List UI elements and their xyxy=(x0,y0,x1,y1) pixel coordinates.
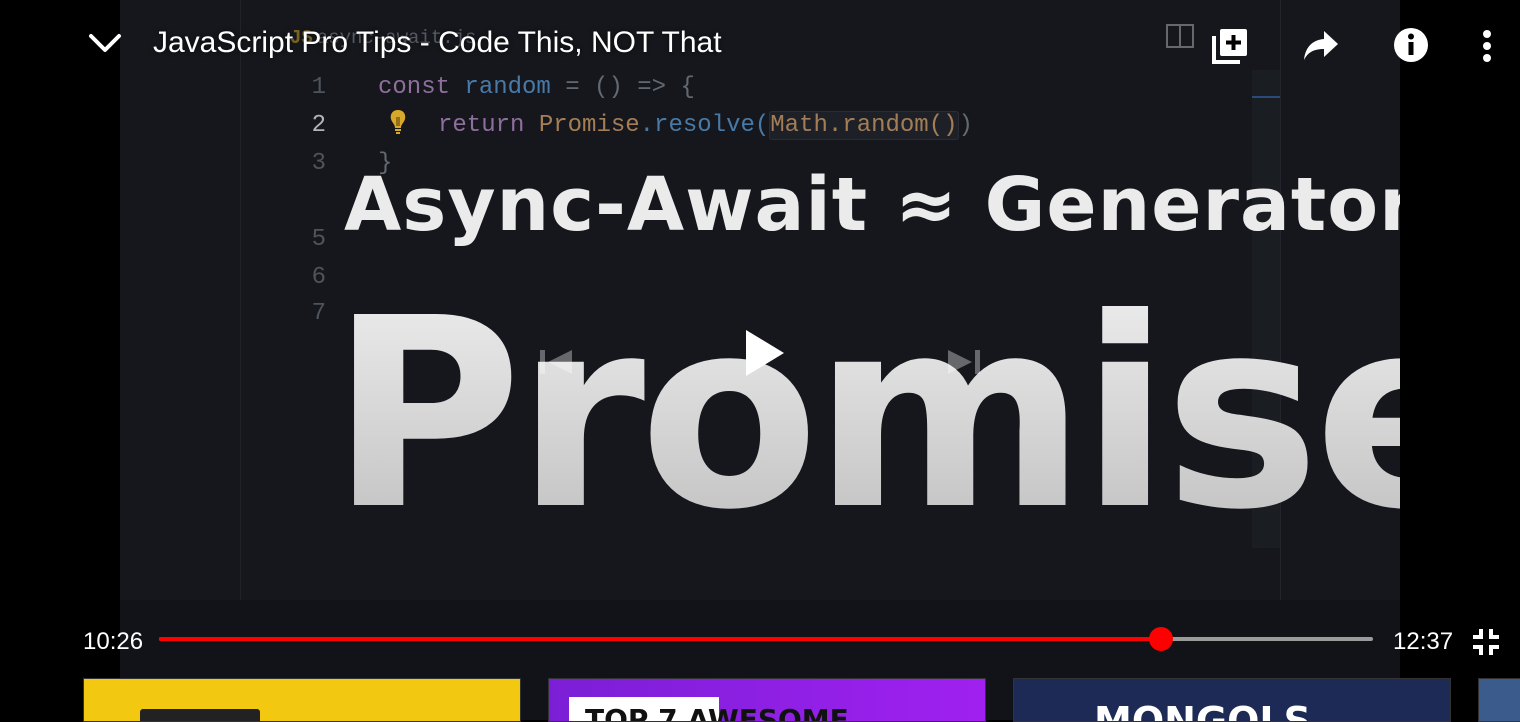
more-options-button[interactable] xyxy=(1472,24,1502,68)
previous-icon xyxy=(540,350,572,374)
collapse-button[interactable] xyxy=(84,22,126,64)
related-video-thumbnail[interactable] xyxy=(1478,678,1520,722)
exit-fullscreen-icon xyxy=(1473,629,1499,655)
minimap-marker xyxy=(1252,96,1280,98)
previous-button[interactable] xyxy=(534,344,578,380)
player-top-bar: JavaScript Pro Tips - Code This, NOT Tha… xyxy=(0,0,1520,90)
related-video-thumbnail[interactable]: TOP 7 AWESOME xyxy=(548,678,986,722)
split-view-button[interactable] xyxy=(1162,20,1198,52)
split-view-icon xyxy=(1166,24,1194,48)
related-video-label: MONGOLS xyxy=(1094,699,1311,722)
info-icon xyxy=(1394,28,1428,62)
line-number: 2 xyxy=(311,112,326,139)
thumbnail-graphic xyxy=(140,709,260,721)
play-icon xyxy=(746,330,784,376)
code-line-2: return Promise.resolve(Math.random()) xyxy=(438,111,973,140)
lightbulb-icon xyxy=(390,110,406,134)
seek-handle[interactable] xyxy=(1148,627,1173,651)
duration: 12:37 xyxy=(1393,628,1454,655)
next-icon xyxy=(948,350,980,374)
info-button[interactable] xyxy=(1390,24,1432,66)
related-video-label: TOP 7 AWESOME xyxy=(585,703,849,722)
related-video-thumbnail[interactable]: MONGOLS xyxy=(1013,678,1451,722)
line-number: 3 xyxy=(311,150,326,177)
add-to-playlist-icon xyxy=(1212,29,1247,64)
add-to-playlist-button[interactable] xyxy=(1208,24,1252,68)
chevron-down-icon xyxy=(89,34,121,52)
line-number: 5 xyxy=(311,226,326,253)
video-headline: Async-Await ≈ Generators + xyxy=(344,162,1400,248)
share-button[interactable] xyxy=(1300,26,1342,66)
related-video-thumbnail[interactable] xyxy=(83,678,521,722)
current-time: 10:26 xyxy=(83,628,144,655)
seek-bar-played xyxy=(159,637,1161,641)
line-number: 7 xyxy=(311,300,326,327)
gutter-divider xyxy=(240,0,241,600)
share-icon xyxy=(1304,31,1338,60)
exit-fullscreen-button[interactable] xyxy=(1468,624,1504,660)
line-number: 6 xyxy=(311,264,326,291)
next-button[interactable] xyxy=(944,344,984,380)
play-button[interactable] xyxy=(738,326,788,380)
more-vert-icon xyxy=(1483,30,1491,62)
seek-bar[interactable] xyxy=(159,627,1373,651)
video-title: JavaScript Pro Tips - Code This, NOT Tha… xyxy=(153,26,722,59)
video-big-word: Promises xyxy=(330,265,1400,565)
